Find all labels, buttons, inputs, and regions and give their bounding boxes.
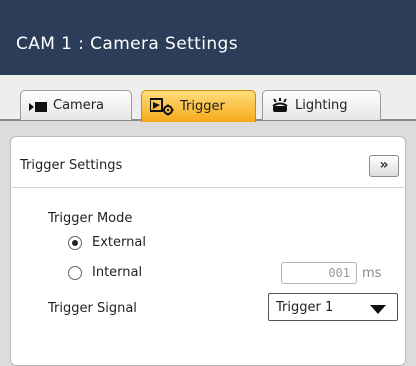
tab-lighting-label: Lighting	[295, 98, 348, 113]
trigger-interval-input[interactable]	[281, 262, 357, 284]
interval-unit-label: ms	[362, 266, 382, 281]
trigger-gear-icon	[149, 97, 174, 116]
tab-camera[interactable]: Camera	[20, 90, 132, 120]
trigger-signal-value: Trigger 1	[276, 300, 334, 315]
trigger-mode-label: Trigger Mode	[48, 211, 133, 226]
trigger-signal-label: Trigger Signal	[48, 301, 137, 316]
trigger-signal-select[interactable]: Trigger 1	[268, 293, 398, 321]
lighting-icon	[271, 97, 289, 114]
window-title: CAM 1 : Camera Settings	[16, 34, 238, 54]
tab-camera-label: Camera	[53, 98, 105, 113]
tab-trigger[interactable]: Trigger	[141, 90, 256, 122]
camera-icon	[29, 101, 47, 112]
expand-button[interactable]: »	[369, 155, 399, 177]
tab-trigger-label: Trigger	[180, 99, 225, 114]
internal-radio-label[interactable]: Internal	[92, 265, 142, 280]
tab-lighting[interactable]: Lighting	[262, 90, 381, 120]
panel-title: Trigger Settings	[20, 158, 123, 173]
external-radio-label[interactable]: External	[92, 235, 146, 250]
chevron-down-icon	[370, 304, 386, 314]
internal-radio[interactable]	[68, 266, 82, 280]
external-radio[interactable]	[68, 236, 82, 250]
